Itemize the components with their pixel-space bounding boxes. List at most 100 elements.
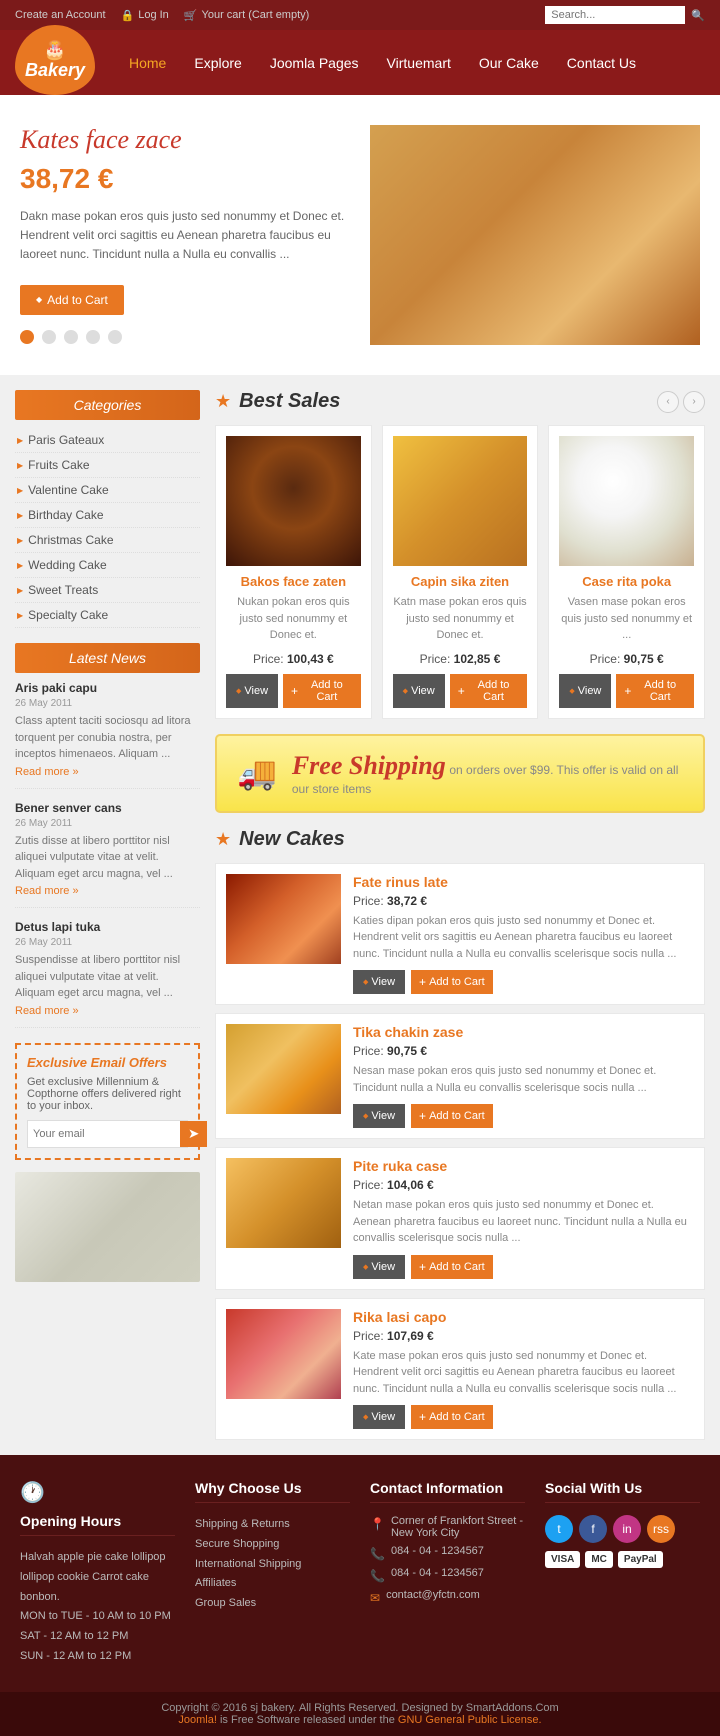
joomla-link[interactable]: Joomla! xyxy=(178,1714,217,1726)
news-desc-1: Class aptent taciti sociosqu ad litora t… xyxy=(15,713,200,763)
cake-cart-button-2[interactable]: Add to Cart xyxy=(411,1104,493,1128)
phone-icon-2: 📞 xyxy=(370,1569,385,1583)
cake-cart-button-3[interactable]: Add to Cart xyxy=(411,1255,493,1279)
facebook-icon[interactable]: f xyxy=(579,1515,607,1543)
hero-dot-2[interactable] xyxy=(42,330,56,344)
read-more-1[interactable]: Read more » xyxy=(15,766,79,778)
rss-icon[interactable]: rss xyxy=(647,1515,675,1543)
search-icon[interactable]: 🔍 xyxy=(691,9,705,22)
cake-desc-4: Kate mase pokan eros quis justo sed nonu… xyxy=(353,1348,694,1398)
hero-dot-5[interactable] xyxy=(108,330,122,344)
cake-name-2: Tika chakin zase xyxy=(353,1024,694,1040)
cake-name-1: Fate rinus late xyxy=(353,874,694,890)
add-to-cart-button-1[interactable]: Add to Cart xyxy=(283,674,361,708)
why-item-shipping[interactable]: Shipping & Returns xyxy=(195,1515,350,1535)
read-more-2[interactable]: Read more » xyxy=(15,885,79,897)
cake-btns-1: View Add to Cart xyxy=(353,970,694,994)
hero-add-to-cart-button[interactable]: Add to Cart xyxy=(20,285,124,315)
contact-address: 📍 Corner of Frankfort Street - New York … xyxy=(370,1515,525,1539)
category-birthday[interactable]: Birthday Cake xyxy=(15,503,200,527)
nav-item-joomla[interactable]: Joomla Pages xyxy=(256,37,373,89)
nav-arrows: ‹ › xyxy=(657,391,705,413)
hero-dots xyxy=(20,330,350,344)
nav-item-contact[interactable]: Contact Us xyxy=(553,37,650,89)
twitter-icon[interactable]: t xyxy=(545,1515,573,1543)
add-to-cart-button-2[interactable]: Add to Cart xyxy=(450,674,528,708)
view-button-2[interactable]: View xyxy=(393,674,445,708)
top-bar: Create an Account 🔒 Log In 🛒 Your cart (… xyxy=(0,0,720,30)
category-wedding[interactable]: Wedding Cake xyxy=(15,553,200,577)
categories-section: Categories Paris Gateaux Fruits Cake Val… xyxy=(15,390,200,628)
login-link[interactable]: 🔒 Log In xyxy=(121,9,169,22)
category-sweet[interactable]: Sweet Treats xyxy=(15,578,200,602)
cake-image-2 xyxy=(226,1024,341,1114)
why-item-affiliates[interactable]: Affiliates xyxy=(195,1574,350,1594)
why-item-secure[interactable]: Secure Shopping xyxy=(195,1535,350,1555)
email-offers-box: Exclusive Email Offers Get exclusive Mil… xyxy=(15,1043,200,1160)
prev-arrow[interactable]: ‹ xyxy=(657,391,679,413)
cake-view-button-3[interactable]: View xyxy=(353,1255,405,1279)
category-christmas[interactable]: Christmas Cake xyxy=(15,528,200,552)
cake-name-4: Rika lasi capo xyxy=(353,1309,694,1325)
logo[interactable]: 🎂 Bakery xyxy=(15,25,95,95)
cake-view-button-4[interactable]: View xyxy=(353,1405,405,1429)
email-input[interactable] xyxy=(28,1121,180,1147)
list-item: Specialty Cake xyxy=(15,603,200,628)
read-more-3[interactable]: Read more » xyxy=(15,1005,79,1017)
hero-dot-3[interactable] xyxy=(64,330,78,344)
logo-text: Bakery xyxy=(25,61,85,81)
nav-item-explore[interactable]: Explore xyxy=(180,37,255,89)
instagram-icon[interactable]: in xyxy=(613,1515,641,1543)
list-item: Birthday Cake xyxy=(15,503,200,528)
view-button-3[interactable]: View xyxy=(559,674,611,708)
new-cakes-star-icon: ★ xyxy=(215,829,231,850)
product-card-2: Capin sika ziten Katn mase pokan eros qu… xyxy=(382,425,539,719)
category-specialty[interactable]: Specialty Cake xyxy=(15,603,200,627)
product-card-3: Case rita poka Vasen mase pokan eros qui… xyxy=(548,425,705,719)
category-paris[interactable]: Paris Gateaux xyxy=(15,428,200,452)
opening-title: Opening Hours xyxy=(20,1513,175,1536)
cake-cart-button-1[interactable]: Add to Cart xyxy=(411,970,493,994)
add-to-cart-button-3[interactable]: Add to Cart xyxy=(616,674,694,708)
category-fruits[interactable]: Fruits Cake xyxy=(15,453,200,477)
hero-dot-1[interactable] xyxy=(20,330,34,344)
gnu-link[interactable]: GNU General Public License. xyxy=(398,1714,542,1726)
shipping-banner: 🚚 Free Shipping on orders over $99. This… xyxy=(215,734,705,813)
cake-price-3: Price: 104,06 € xyxy=(353,1178,694,1192)
new-cakes-title: New Cakes xyxy=(239,828,345,851)
best-sales-title: Best Sales xyxy=(239,390,340,413)
news-desc-3: Suspendisse at libero porttitor nisl ali… xyxy=(15,952,200,1002)
cake-info-4: Rika lasi capo Price: 107,69 € Kate mase… xyxy=(353,1309,694,1430)
why-item-group[interactable]: Group Sales xyxy=(195,1594,350,1614)
main-content: Categories Paris Gateaux Fruits Cake Val… xyxy=(0,375,720,1455)
create-account-link[interactable]: Create an Account xyxy=(15,9,106,21)
cake-btns-4: View Add to Cart xyxy=(353,1405,694,1429)
star-icon: ★ xyxy=(215,391,231,412)
news-item-1: Aris paki capu 26 May 2011 Class aptent … xyxy=(15,681,200,789)
view-button-1[interactable]: View xyxy=(226,674,278,708)
list-item: Paris Gateaux xyxy=(15,428,200,453)
nav-item-home[interactable]: Home xyxy=(115,37,180,89)
news-item-3: Detus lapi tuka 26 May 2011 Suspendisse … xyxy=(15,920,200,1028)
opening-icon: 🕐 xyxy=(20,1480,175,1505)
list-item: Fruits Cake xyxy=(15,453,200,478)
copyright-text: Copyright © 2016 sj bakery. All Rights R… xyxy=(161,1702,558,1714)
cake-view-button-2[interactable]: View xyxy=(353,1104,405,1128)
why-item-international[interactable]: International Shipping xyxy=(195,1555,350,1575)
right-content: ★ Best Sales ‹ › Bakos face zaten Nukan … xyxy=(215,390,705,1440)
cart-link[interactable]: 🛒 Your cart (Cart empty) xyxy=(184,9,310,22)
category-valentine[interactable]: Valentine Cake xyxy=(15,478,200,502)
nav-item-virtuemart[interactable]: Virtuemart xyxy=(373,37,465,89)
news-date-3: 26 May 2011 xyxy=(15,937,200,948)
cake-desc-1: Katies dipan pokan eros quis justo sed n… xyxy=(353,913,694,963)
list-item: Christmas Cake xyxy=(15,528,200,553)
cake-view-button-1[interactable]: View xyxy=(353,970,405,994)
hero-dot-4[interactable] xyxy=(86,330,100,344)
product-image-1 xyxy=(226,436,361,566)
email-submit-button[interactable]: ➤ xyxy=(180,1121,207,1147)
cake-cart-button-4[interactable]: Add to Cart xyxy=(411,1405,493,1429)
next-arrow[interactable]: › xyxy=(683,391,705,413)
joomla-note: Joomla! is Free Software released under … xyxy=(178,1714,541,1726)
nav-item-our-cake[interactable]: Our Cake xyxy=(465,37,553,89)
search-input[interactable] xyxy=(545,6,685,24)
